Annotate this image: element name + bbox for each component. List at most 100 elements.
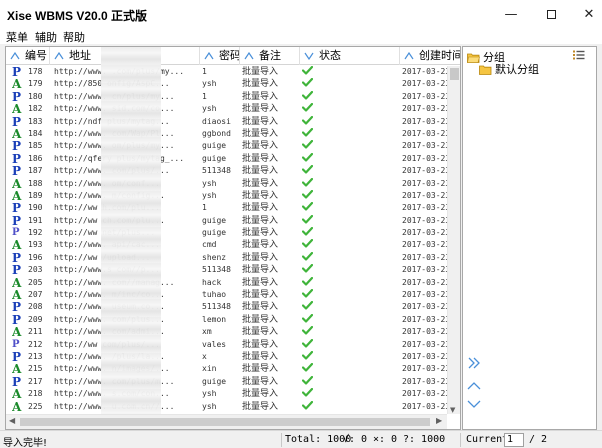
check-icon	[302, 140, 314, 149]
row-status	[302, 103, 318, 115]
maximize-icon	[546, 9, 556, 19]
row-created: 2017-03-23...	[402, 351, 447, 361]
row-status	[302, 165, 318, 177]
menu-main[interactable]: 菜单	[6, 29, 28, 45]
row-note: 批量导入	[242, 104, 279, 115]
table-row[interactable]: P191http://ww ch.com/plu...guige批量导入2017…	[6, 214, 447, 227]
table-row[interactable]: P190http://ww h.com/plu...1批量导入2017-03-2…	[6, 202, 447, 214]
scroll-thumb[interactable]	[450, 68, 459, 80]
row-created: 2017-03-23...	[402, 302, 447, 312]
asp-type-icon: A	[12, 400, 22, 412]
table-row[interactable]: A205http://www. com//manag...hack批量导入201…	[6, 276, 447, 289]
table-row[interactable]: P185http://www. om/plus/my...guige批量导入20…	[6, 140, 447, 152]
row-note: 批量导入	[242, 228, 279, 239]
check-icon	[302, 301, 314, 311]
sort-arrow-icon	[244, 52, 254, 60]
table-row[interactable]: A179http://850 onfig/AspC...ysh批量导入2017-…	[6, 78, 447, 90]
list-view-icon[interactable]	[573, 50, 585, 60]
table-row[interactable]: P187http://www. com/plus/...511348批量导入20…	[6, 165, 447, 177]
row-password: xin	[202, 364, 217, 374]
column-header-status[interactable]: 状态	[300, 47, 400, 65]
row-id: 203	[28, 265, 43, 275]
row-created: 2017-03-23...	[402, 178, 447, 188]
table-row[interactable]: A211http://www. com/admi...xm批量导入2017-03…	[6, 326, 447, 338]
row-password: guige	[202, 153, 227, 163]
table-row[interactable]: P209http://www. com/plus...lemon批量导入2017…	[6, 313, 447, 326]
table-row[interactable]: P183http://ndf plus/mytag...diaosi批量导入20…	[6, 115, 447, 128]
table-row[interactable]: A189http://www. m/config...ysh批量导入2017-0…	[6, 189, 447, 202]
table-row[interactable]: A218http://www. s.com/con...ysh批量导入2017-…	[6, 388, 447, 400]
status-separator	[460, 433, 461, 447]
row-password: guige	[202, 228, 227, 238]
table-row[interactable]: P203http://www.s com//p...511348批量导入2017…	[6, 264, 447, 276]
row-created: 2017-03-23...	[402, 376, 447, 386]
table-row[interactable]: P180http://www. cn/plus/my...1批量导入2017-0…	[6, 90, 447, 103]
check-icon	[302, 338, 314, 348]
table-row[interactable]: P217http://www. com/plus/m...guige批量导入20…	[6, 375, 447, 388]
current-page-input[interactable]: 1	[504, 433, 524, 447]
check-icon	[302, 189, 314, 199]
php-type-icon: P	[12, 375, 22, 388]
row-id: 212	[28, 339, 43, 349]
table-row[interactable]: P212http://ww com/plus/...vales批量导入2017-…	[6, 338, 447, 351]
row-created: 2017-03-23...	[402, 128, 447, 138]
row-created: 2017-03-23...	[402, 116, 447, 126]
php-type-icon: P	[12, 301, 22, 314]
row-note: 批量导入	[242, 79, 279, 90]
row-note: 批量导入	[242, 389, 279, 400]
status-separator	[281, 433, 282, 447]
check-icon	[302, 115, 314, 125]
table-row[interactable]: P196http://ww /upload...shenz批量导入2017-03…	[6, 251, 447, 264]
table-row[interactable]: P213http://www. /plus/la...x批量导入2017-03-…	[6, 350, 447, 363]
table-row[interactable]: A207http://www. m/inc/co...tuhao批量导入2017…	[6, 289, 447, 301]
horizontal-scrollbar[interactable]: ◀ ▶	[6, 414, 447, 429]
row-status	[302, 350, 318, 363]
row-note: 批量导入	[242, 401, 279, 412]
table-row[interactable]: P186http://qfery plus/mytag_...guige批量导入…	[6, 152, 447, 165]
table-row[interactable]: P192http://ww net/plus...guige批量导入2017-0…	[6, 227, 447, 239]
column-header-created[interactable]: 创建时间	[400, 47, 460, 65]
row-created: 2017-03-23...	[402, 153, 447, 163]
menu-help[interactable]: 帮助	[63, 29, 85, 45]
php-type-icon: P	[12, 165, 22, 178]
row-id: 179	[28, 79, 43, 89]
asp-type-icon: A	[12, 239, 22, 252]
chevron-down-icon[interactable]	[467, 398, 481, 410]
column-header-note[interactable]: 备注	[240, 47, 300, 65]
hscroll-thumb[interactable]	[20, 418, 430, 426]
column-header-password[interactable]: 密码	[200, 47, 240, 65]
row-status	[302, 127, 318, 140]
table-row[interactable]: A193http://www. api/cac...cmd批量导入2017-03…	[6, 239, 447, 251]
menu-assist[interactable]: 辅助	[35, 29, 57, 45]
table-row[interactable]: A215http://www. n/images/...xin批量导入2017-…	[6, 363, 447, 375]
row-created: 2017-03-23...	[402, 364, 447, 374]
tree-item-default-group[interactable]: 默认分组	[479, 61, 539, 77]
asp-type-icon: A	[12, 177, 22, 190]
chevron-up-icon[interactable]	[467, 380, 481, 392]
close-icon: ✕	[583, 6, 595, 22]
vertical-scrollbar[interactable]: ▼	[447, 66, 460, 414]
table-row[interactable]: A225http://www. u.com.cn//...ysh批量导入2017…	[6, 400, 447, 412]
scroll-left-icon[interactable]: ◀	[9, 416, 15, 425]
status-bar: 导入完毕! Total: 1000 √: 0 ×: 0 ?: 1000 Curr…	[0, 430, 602, 448]
scroll-down-icon[interactable]: ▼	[450, 406, 455, 414]
php-type-icon: P	[12, 350, 22, 363]
row-note: 批量导入	[242, 240, 279, 251]
scroll-right-icon[interactable]: ▶	[436, 416, 442, 425]
expand-right-icon[interactable]	[467, 357, 481, 369]
column-header-id[interactable]: 编号	[6, 47, 50, 65]
table-row[interactable]: A182http://www. sid.com/co...ysh批量导入2017…	[6, 103, 447, 115]
check-icon	[302, 276, 314, 286]
row-status	[302, 152, 318, 165]
row-status	[302, 363, 318, 375]
table-row[interactable]: A184http://www. com/Wap/Pl...ggbond批量导入2…	[6, 127, 447, 140]
check-icon	[302, 350, 314, 360]
table-row[interactable]: P178http://www. .com/plus/my...1批量导入2017…	[6, 66, 447, 78]
close-button[interactable]: ✕	[566, 0, 602, 28]
php-type-icon: P	[12, 214, 22, 227]
row-status	[302, 313, 318, 326]
row-note: 批量导入	[242, 277, 279, 288]
table-row[interactable]: A188http://www. om/conf...ysh批量导入2017-03…	[6, 177, 447, 190]
table-row[interactable]: P208http://www. useum.co...511348批量导入201…	[6, 301, 447, 313]
grid-rows: P178http://www. .com/plus/my...1批量导入2017…	[6, 66, 447, 412]
